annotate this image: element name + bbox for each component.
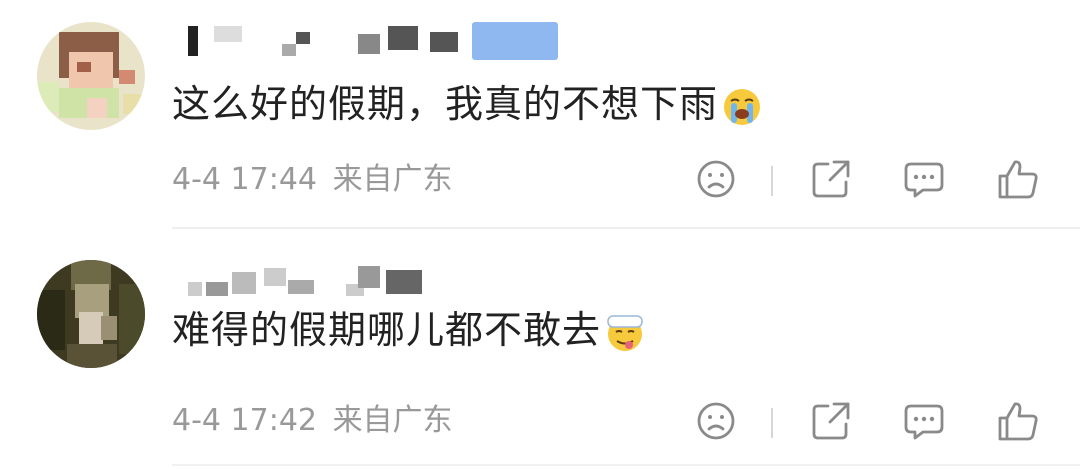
comment-divider (172, 227, 1080, 229)
comment-actions (680, 398, 1060, 448)
like-thumb-icon[interactable] (995, 156, 1041, 202)
reply-comment-icon[interactable] (901, 398, 947, 444)
comment-item: 这么好的假期，我真的不想下雨 4-4 17:44 来自广东 (0, 0, 1080, 229)
tongue-out-face-with-bandage-icon (607, 314, 643, 351)
comment-meta: 4-4 17:44 来自广东 (172, 160, 453, 200)
avatar[interactable] (37, 22, 145, 130)
comment-time: 17:44 (230, 162, 318, 197)
comment-location: 来自广东 (332, 162, 453, 197)
dislike-face-icon[interactable] (693, 156, 739, 202)
comment-divider (172, 464, 1080, 466)
dislike-face-icon[interactable] (693, 398, 739, 444)
share-icon[interactable] (808, 398, 854, 444)
comment-text: 难得的假期哪儿都不敢去 (172, 304, 645, 356)
comment-meta: 4-4 17:42 来自广东 (172, 401, 453, 441)
loudly-crying-face-icon (724, 88, 761, 125)
comment-actions (680, 156, 1060, 206)
avatar[interactable] (37, 260, 145, 368)
share-icon[interactable] (808, 156, 854, 202)
comment-item: 难得的假期哪儿都不敢去 4-4 17:42 来自广东 (0, 238, 1080, 469)
comment-time: 17:42 (230, 403, 318, 438)
action-separator (771, 408, 773, 438)
username-blurred[interactable] (172, 260, 572, 298)
comment-date: 4-4 (172, 403, 221, 438)
username-blurred[interactable] (172, 22, 572, 60)
comment-location: 来自广东 (332, 403, 453, 438)
comment-text: 这么好的假期，我真的不想下雨 (172, 78, 762, 130)
action-separator (771, 166, 773, 196)
like-thumb-icon[interactable] (995, 398, 1041, 444)
reply-comment-icon[interactable] (901, 156, 947, 202)
comment-date: 4-4 (172, 162, 221, 197)
